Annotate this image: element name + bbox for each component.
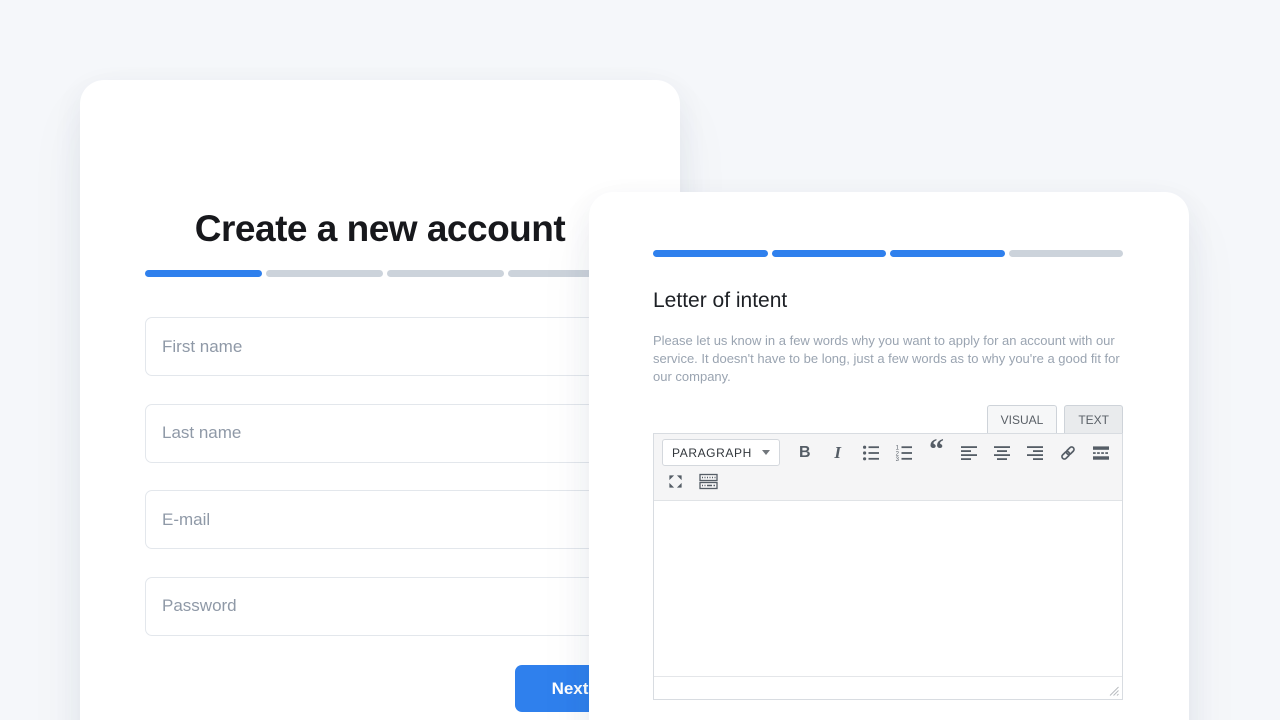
bold-icon: B xyxy=(799,444,811,462)
editor-toolbar: PARAGRAPH B I xyxy=(654,434,1122,501)
italic-button[interactable]: I xyxy=(825,440,851,466)
password-field[interactable] xyxy=(145,577,625,636)
keyboard-toggle-icon xyxy=(699,473,718,490)
editor-mode-tabs: VISUAL TEXT xyxy=(653,405,1123,433)
link-icon xyxy=(1059,444,1077,462)
toolbar-row-2 xyxy=(654,468,1122,500)
toolbar-row-1: PARAGRAPH B I xyxy=(654,434,1122,468)
progress-segment xyxy=(266,270,383,277)
blockquote-button[interactable]: “ xyxy=(924,440,950,466)
read-more-icon xyxy=(1092,444,1110,462)
bold-button[interactable]: B xyxy=(792,440,818,466)
progress-segment xyxy=(387,270,504,277)
align-left-icon xyxy=(960,444,978,462)
signup-form xyxy=(145,317,625,663)
wysiwyg-editor: PARAGRAPH B I xyxy=(653,433,1123,700)
letter-card: Letter of intent Please let us know in a… xyxy=(589,192,1189,720)
bullet-list-button[interactable] xyxy=(858,440,884,466)
last-name-field[interactable] xyxy=(145,404,625,463)
chevron-down-icon xyxy=(762,450,770,455)
link-button[interactable] xyxy=(1055,440,1081,466)
letter-title: Letter of intent xyxy=(653,289,787,313)
read-more-button[interactable] xyxy=(1088,440,1114,466)
svg-text:3: 3 xyxy=(895,457,899,462)
signup-progress-bar xyxy=(145,270,625,277)
letter-description: Please let us know in a few words why yo… xyxy=(653,332,1123,386)
progress-segment xyxy=(772,250,887,257)
email-field[interactable] xyxy=(145,490,625,549)
fullscreen-icon xyxy=(667,473,684,490)
blockquote-icon: “ xyxy=(929,445,944,461)
form-actions: Next xyxy=(145,665,625,712)
progress-segment xyxy=(890,250,1005,257)
keyboard-toggle-button[interactable] xyxy=(695,468,721,494)
paragraph-dropdown-label: PARAGRAPH xyxy=(672,446,752,460)
align-center-button[interactable] xyxy=(989,440,1015,466)
editor-statusbar xyxy=(654,676,1122,699)
ordered-list-icon: 1 2 3 xyxy=(895,444,913,462)
bullet-list-icon xyxy=(862,444,880,462)
resize-grip-icon[interactable] xyxy=(1108,685,1120,697)
tab-visual[interactable]: VISUAL xyxy=(987,405,1058,433)
page: Create a new account Next Letter of inte… xyxy=(0,0,1280,720)
editor-content-area[interactable] xyxy=(654,501,1122,676)
first-name-field[interactable] xyxy=(145,317,625,376)
italic-icon: I xyxy=(834,443,841,463)
align-center-icon xyxy=(993,444,1011,462)
fullscreen-button[interactable] xyxy=(662,468,688,494)
paragraph-dropdown[interactable]: PARAGRAPH xyxy=(662,439,780,466)
align-right-icon xyxy=(1026,444,1044,462)
align-left-button[interactable] xyxy=(956,440,982,466)
tab-text[interactable]: TEXT xyxy=(1064,405,1123,433)
progress-segment xyxy=(653,250,768,257)
align-right-button[interactable] xyxy=(1022,440,1048,466)
progress-segment xyxy=(145,270,262,277)
progress-segment xyxy=(1009,250,1124,257)
letter-progress-bar xyxy=(653,250,1123,257)
ordered-list-button[interactable]: 1 2 3 xyxy=(891,440,917,466)
